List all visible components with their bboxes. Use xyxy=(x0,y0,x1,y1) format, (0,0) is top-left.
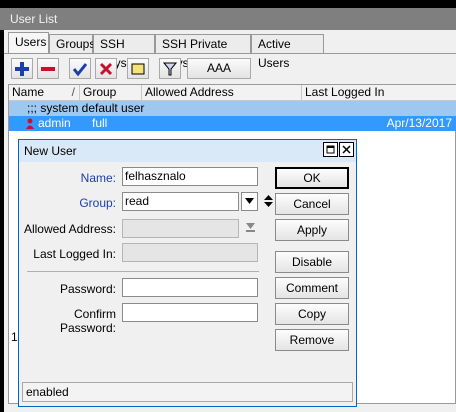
comment-button[interactable]: Comment xyxy=(275,277,349,299)
column-header-last-logged-in[interactable]: Last Logged In xyxy=(302,85,456,100)
column-allowed-address-label: Allowed Address xyxy=(145,85,234,99)
comment-icon xyxy=(131,63,145,74)
filter-button[interactable] xyxy=(159,58,181,79)
row-last-logged-in-cell: Apr/13/2017 xyxy=(386,116,452,130)
column-header-group[interactable]: Group xyxy=(80,85,142,100)
name-label: Name: xyxy=(80,171,116,185)
dropdown-arrow-icon[interactable] xyxy=(246,223,255,233)
tab-users[interactable]: Users xyxy=(8,32,49,54)
disable-button[interactable] xyxy=(95,58,117,79)
tab-groups[interactable]: Groups xyxy=(49,34,96,53)
group-label: Group: xyxy=(79,196,116,210)
last-logged-in-field xyxy=(122,243,258,262)
user-list-window: User List Users Groups SSH Keys SSH Priv… xyxy=(0,0,456,412)
comment-button[interactable] xyxy=(127,58,149,79)
row-name-cell: admin xyxy=(38,116,71,130)
disable-button[interactable]: Disable xyxy=(275,251,349,273)
tab-divider xyxy=(4,53,456,54)
cancel-button[interactable]: Cancel xyxy=(275,193,349,215)
dialog-titlebar[interactable]: New User xyxy=(19,140,356,162)
copy-button[interactable]: Copy xyxy=(275,303,349,325)
remove-button[interactable] xyxy=(37,58,59,79)
enable-button[interactable] xyxy=(69,58,91,79)
tab-active-users[interactable]: Active Users xyxy=(251,34,324,70)
tab-ssh-private-keys[interactable]: SSH Private Keys xyxy=(155,34,251,70)
table-comment-row[interactable]: ;;; system default user xyxy=(9,101,456,116)
password-input[interactable] xyxy=(122,278,258,297)
tab-ssh-keys[interactable]: SSH Keys xyxy=(93,34,155,70)
remove-icon xyxy=(41,66,55,71)
column-header-name[interactable]: Name / xyxy=(9,85,80,100)
add-button[interactable] xyxy=(11,58,33,79)
ok-button[interactable]: OK xyxy=(275,167,349,189)
close-icon[interactable] xyxy=(339,142,354,157)
add-remove-spinner-icon[interactable] xyxy=(264,195,273,207)
column-name-label: Name xyxy=(12,85,45,99)
enable-icon xyxy=(73,62,87,76)
row-group-cell: full xyxy=(92,116,108,130)
column-last-logged-in-label: Last Logged In xyxy=(305,85,385,99)
last-logged-in-label: Last Logged In: xyxy=(33,247,116,261)
confirm-password-input[interactable] xyxy=(122,303,258,322)
apply-button[interactable]: Apply xyxy=(275,219,349,241)
disable-icon xyxy=(99,62,113,75)
name-input[interactable]: felhasznalo xyxy=(122,167,258,186)
aaa-button[interactable]: AAA xyxy=(187,58,251,79)
group-dropdown-button[interactable] xyxy=(241,192,258,211)
table-truncated-text: 1 xyxy=(11,330,18,344)
status-bar: enabled xyxy=(22,382,353,402)
remove-button[interactable]: Remove xyxy=(275,329,349,351)
add-icon xyxy=(15,61,29,76)
allowed-address-input[interactable] xyxy=(122,219,239,238)
window-title: User List xyxy=(10,12,58,26)
tab-groups-label: Groups xyxy=(56,37,96,51)
table-row[interactable]: admin full Apr/13/2017 xyxy=(9,116,456,131)
dialog-title: New User xyxy=(24,144,77,158)
column-group-label: Group xyxy=(83,85,117,99)
tab-users-label: Users xyxy=(15,35,47,49)
table-header: Name / Group Allowed Address Last Logged… xyxy=(9,85,456,101)
sort-indicator-icon: / xyxy=(71,85,75,99)
user-icon xyxy=(26,118,34,129)
confirm-password-label: Confirm Password: xyxy=(59,307,116,335)
form-separator xyxy=(27,271,259,272)
maximize-icon[interactable] xyxy=(323,142,338,157)
column-header-allowed-address[interactable]: Allowed Address xyxy=(142,85,302,100)
group-select[interactable]: read xyxy=(122,192,239,211)
password-label: Password: xyxy=(59,282,116,296)
comment-row-text: ;;; system default user xyxy=(27,101,145,115)
filter-icon xyxy=(163,62,177,75)
chevron-down-icon xyxy=(245,198,254,204)
allowed-address-label: Allowed Address: xyxy=(23,222,116,236)
new-user-dialog: New User Name: felhasznalo Group: read A… xyxy=(18,139,357,407)
window-titlebar[interactable]: User List xyxy=(0,8,456,30)
